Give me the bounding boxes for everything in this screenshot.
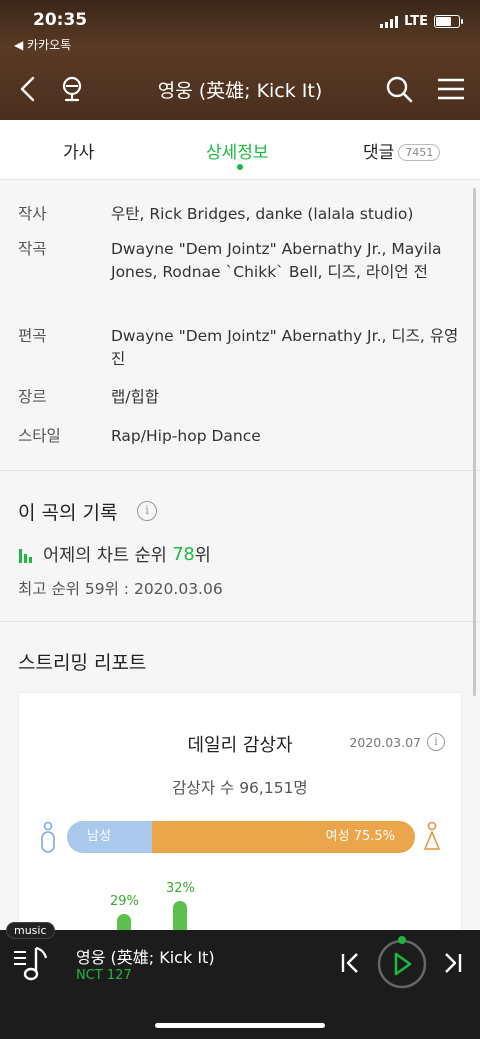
female-segment: 여성 75.5% bbox=[152, 821, 415, 853]
next-track-icon[interactable] bbox=[441, 950, 465, 976]
credit-key: 스타일 bbox=[18, 427, 61, 445]
active-tab-indicator bbox=[237, 164, 243, 170]
now-playing-title[interactable]: 영웅 (英雄; Kick It) bbox=[76, 944, 215, 968]
info-icon[interactable]: i bbox=[137, 501, 157, 521]
home-indicator bbox=[155, 1023, 325, 1028]
female-icon bbox=[424, 821, 440, 850]
listener-count: 감상자 수 96,151명 bbox=[172, 779, 308, 797]
network-label: LTE bbox=[404, 14, 428, 29]
song-record-section: 이 곡의 기록 i 어제의 차트 순위 78 위 최고 순위 59위 : 2020… bbox=[0, 472, 480, 622]
detail-tabs: 가사 상세정보 댓글 7451 bbox=[0, 120, 480, 180]
battery-icon bbox=[434, 15, 463, 28]
credit-key: 작사 bbox=[18, 205, 47, 223]
now-playing-artist[interactable]: NCT 127 bbox=[76, 968, 132, 983]
credit-value: Rap/Hip-hop Dance bbox=[111, 427, 261, 445]
age-bar bbox=[173, 901, 187, 931]
tab-details[interactable]: 상세정보 bbox=[206, 138, 269, 163]
age-bar-label: 29% bbox=[110, 894, 139, 909]
play-button[interactable] bbox=[374, 933, 430, 993]
signal-icon bbox=[380, 15, 399, 28]
chart-rank-suffix: 위 bbox=[194, 546, 211, 566]
status-time: 20:35 bbox=[33, 10, 88, 30]
report-date: 2020.03.07 bbox=[349, 735, 421, 750]
male-segment: 남성 24.5% bbox=[67, 821, 153, 853]
mini-player[interactable]: music 영웅 (英雄; Kick It) NCT 127 bbox=[0, 922, 480, 1039]
credit-key: 장르 bbox=[18, 388, 47, 406]
scrollbar[interactable] bbox=[473, 188, 476, 696]
credit-key: 작곡 bbox=[18, 240, 47, 258]
credit-value: Dwayne "Dem Jointz" Abernathy Jr., Mayil… bbox=[111, 240, 442, 281]
yesterday-chart-rank[interactable]: 어제의 차트 순위 78 위 bbox=[18, 542, 211, 567]
comment-count-badge: 7451 bbox=[398, 144, 441, 161]
chart-rank-number: 78 bbox=[172, 544, 195, 565]
record-title: 이 곡의 기록 bbox=[18, 502, 118, 524]
credit-key: 편곡 bbox=[18, 327, 47, 345]
playlist-icon[interactable] bbox=[12, 944, 52, 984]
navbar: 영웅 (英雄; Kick It) bbox=[0, 64, 480, 112]
gender-ratio-bar: 남성 24.5% 여성 75.5% bbox=[67, 821, 415, 853]
app-header: 20:35 ◀ 카카오톡 LTE 영웅 (英雄; Kick It) bbox=[0, 0, 480, 120]
tab-comments-label: 댓글 bbox=[363, 143, 395, 163]
chart-rank-prefix: 어제의 차트 순위 bbox=[43, 546, 167, 566]
tab-lyrics[interactable]: 가사 bbox=[63, 138, 94, 163]
male-icon bbox=[41, 821, 55, 853]
age-bar-label: 32% bbox=[166, 881, 195, 896]
credit-value: 랩/힙합 bbox=[111, 388, 160, 406]
chart-bars-icon bbox=[19, 548, 32, 563]
menu-icon[interactable] bbox=[436, 74, 466, 104]
credit-value: Dwayne "Dem Jointz" Abernathy Jr., 디즈, 유… bbox=[111, 327, 459, 368]
status-bar: 20:35 ◀ 카카오톡 LTE bbox=[0, 10, 480, 52]
music-tag: music bbox=[6, 922, 55, 939]
daily-listeners-card: 데일리 감상자 2020.03.07 i 감상자 수 96,151명 남성 24… bbox=[18, 692, 462, 932]
tab-comments[interactable]: 댓글 7451 bbox=[363, 138, 441, 163]
status-right: LTE bbox=[380, 14, 463, 29]
previous-track-icon[interactable] bbox=[338, 950, 362, 976]
best-rank: 최고 순위 59위 : 2020.03.06 bbox=[18, 580, 223, 598]
search-icon[interactable] bbox=[384, 74, 414, 104]
streaming-report-title: 스트리밍 리포트 bbox=[18, 652, 147, 674]
song-credits: 작사 우탄, Rick Bridges, danke (lalala studi… bbox=[0, 181, 480, 471]
info-icon[interactable]: i bbox=[427, 733, 445, 751]
credit-value: 우탄, Rick Bridges, danke (lalala studio) bbox=[111, 205, 414, 223]
back-to-app-link[interactable]: ◀ 카카오톡 bbox=[14, 36, 71, 53]
